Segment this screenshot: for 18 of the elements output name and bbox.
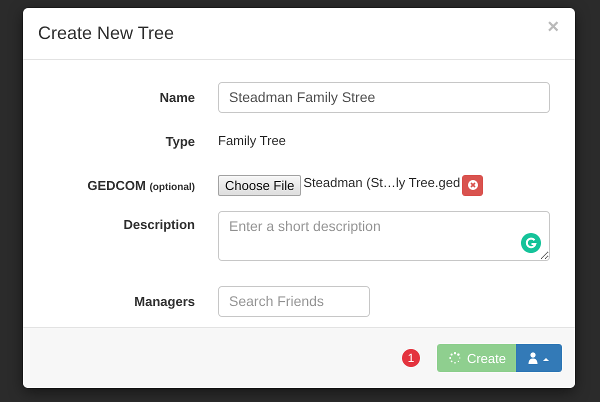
choose-file-button[interactable]: Choose File <box>218 174 302 196</box>
field-label: Managers <box>134 294 195 308</box>
field-label: Type <box>166 134 195 148</box>
count-badge: 1 <box>402 349 420 367</box>
field-label: GEDCOM (optional) <box>87 178 195 192</box>
user-caret-icon <box>528 352 550 364</box>
close-icon <box>468 180 478 190</box>
field-label: Description <box>123 217 195 232</box>
description-field[interactable]: Enter a short description <box>218 211 550 261</box>
grammar-assistant-icon[interactable] <box>521 233 541 253</box>
field-value: Family Tree <box>218 133 286 148</box>
input-field[interactable]: Steadman Family Stree <box>218 82 550 112</box>
manager-dropdown-button[interactable] <box>516 344 562 372</box>
remove-file-button[interactable] <box>462 174 484 196</box>
file-name: Steadman (St…ly Tree.ged <box>303 174 460 190</box>
input-field[interactable]: Search Friends <box>218 286 370 316</box>
dialog-title: Create New Tree <box>38 23 174 44</box>
field-label: Name <box>160 90 195 104</box>
